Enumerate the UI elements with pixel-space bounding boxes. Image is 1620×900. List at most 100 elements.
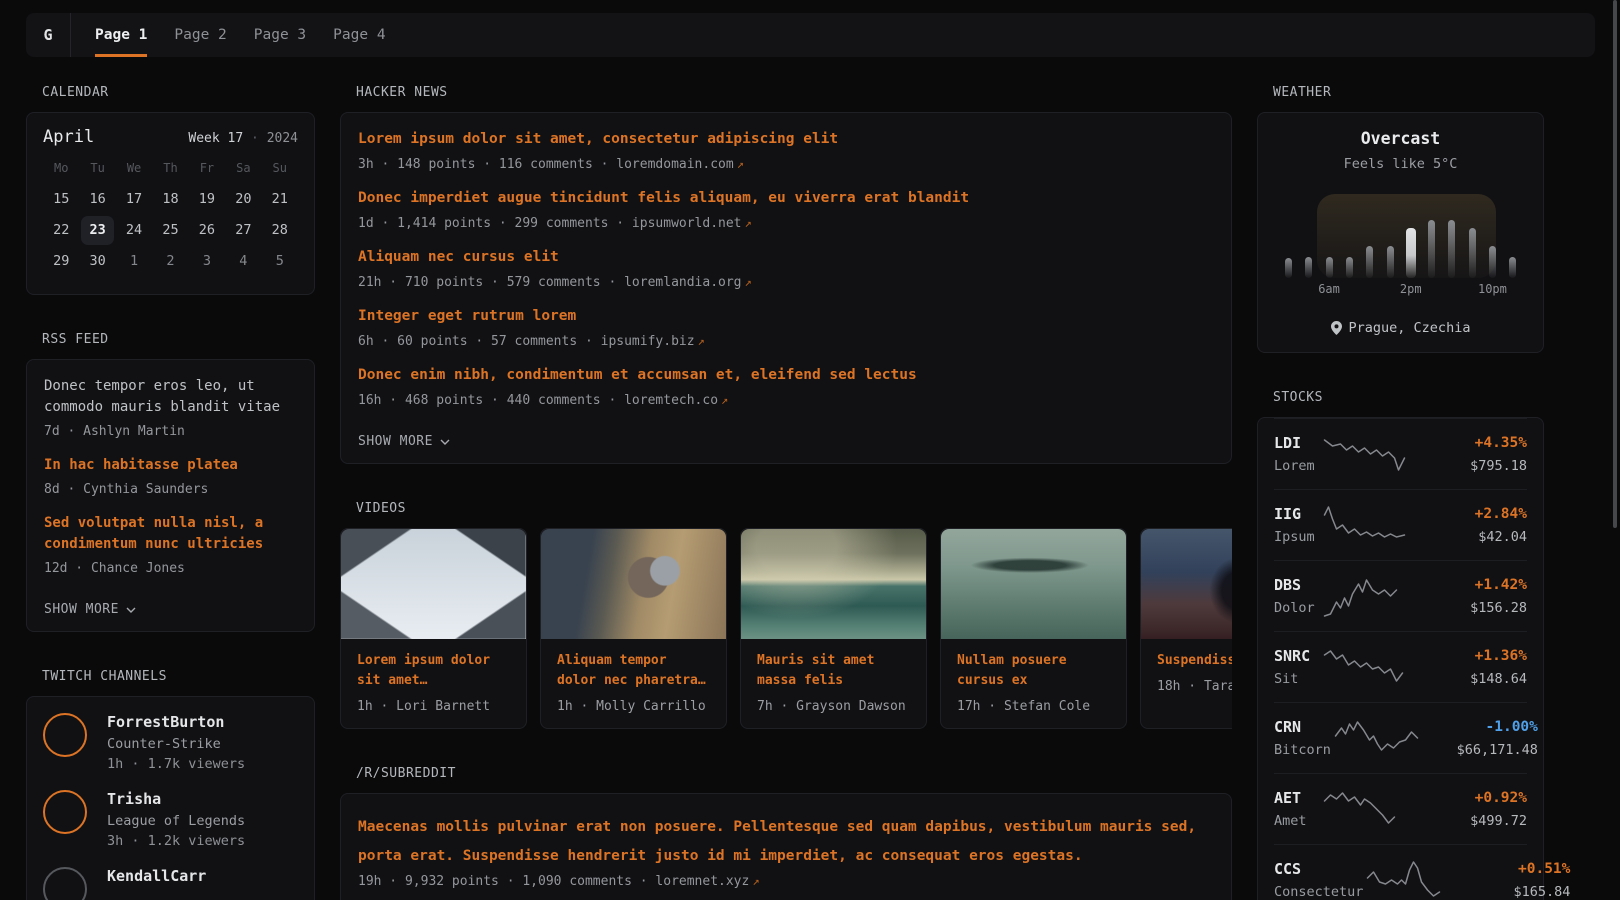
- stock-sparkline: [1320, 432, 1415, 476]
- avatar: [43, 790, 87, 834]
- stock-ticker: DBS: [1274, 576, 1320, 595]
- video-meta: 18h · Tara: [1157, 679, 1232, 694]
- video-title-link[interactable]: Aliquam tempor dolor nec pharetra…: [557, 651, 710, 691]
- stock-price: $165.84: [1458, 884, 1570, 900]
- temperature-bar-cell: 9°: [1421, 194, 1441, 278]
- video-title-link[interactable]: Lorem ipsum dolor sit amet consectetu…: [357, 651, 510, 691]
- stock-row[interactable]: DBS Dolor +1.42% $156.28: [1274, 560, 1527, 631]
- right-column: WEATHER Overcast Feels like 5°C 9°: [1257, 85, 1544, 900]
- video-title-link[interactable]: Mauris sit amet massa felis: [757, 651, 910, 691]
- hackernews-item-link[interactable]: Donec imperdiet augue tincidunt felis al…: [358, 188, 1214, 209]
- twitch-channel-info: ForrestBurton Counter-Strike 1h · 1.7k v…: [107, 713, 245, 772]
- temperature-bar: [1509, 257, 1516, 278]
- hackernews-item-link[interactable]: Aliquam nec cursus elit: [358, 247, 1214, 268]
- meta-text: 1d · 1,414 points · 299 comments · ipsum…: [358, 216, 742, 231]
- videos-widget: VIDEOS Lorem ipsum dolor sit amet consec…: [340, 501, 1232, 729]
- stock-name: Sit: [1274, 671, 1320, 687]
- hackernews-item-meta: 3h · 148 points · 116 comments · loremdo…: [358, 154, 1214, 175]
- calendar-day: 25: [154, 216, 187, 245]
- stock-values: +0.92% $499.72: [1415, 789, 1527, 829]
- stock-change: +2.84%: [1415, 505, 1527, 524]
- twitch-channel-row[interactable]: LIVE ForrestBurton Counter-Strike 1h · 1…: [43, 713, 298, 772]
- show-more-label: SHOW MORE: [358, 434, 433, 449]
- temperature-bar-cell: 9°: [1360, 194, 1380, 278]
- rss-item-meta: 7d · Ashlyn Martin: [44, 422, 297, 442]
- hackernews-section-title: HACKER NEWS: [356, 85, 1232, 100]
- stock-ticker: CRN: [1274, 718, 1331, 737]
- temperature-bar-cell: 9°: [1380, 194, 1400, 278]
- stock-row[interactable]: CRN Bitcorn -1.00% $66,171.48: [1274, 702, 1527, 773]
- stock-row[interactable]: AET Amet +0.92% $499.72: [1274, 773, 1527, 844]
- weather-section-title: WEATHER: [1273, 85, 1544, 100]
- twitch-avatar-wrap: [43, 867, 91, 900]
- time-label: 10pm: [1478, 282, 1507, 296]
- stock-row[interactable]: LDI Lorem +4.35% $795.18: [1274, 418, 1527, 489]
- video-card[interactable]: Suspendisse diam 18h · Tara: [1140, 528, 1232, 729]
- stock-change: +0.51%: [1458, 860, 1570, 879]
- twitch-channel-row[interactable]: LIVE Trisha League of Legends 3h · 1.2k …: [43, 790, 298, 849]
- page-tab[interactable]: Page 3: [254, 13, 306, 57]
- video-card[interactable]: Lorem ipsum dolor sit amet consectetu… 1…: [340, 528, 527, 729]
- video-meta: 7h · Grayson Dawson: [757, 699, 910, 714]
- rss-show-more-button[interactable]: SHOW MORE: [44, 602, 136, 617]
- calendar-day: 29: [45, 247, 78, 276]
- calendar-day: 20: [227, 185, 260, 214]
- dashboard-page: G Page 1 Page 2 Page 3 Page 4 CALENDAR A…: [0, 0, 1620, 900]
- location-pin-icon: [1331, 321, 1342, 335]
- external-link-icon: ↗: [737, 157, 744, 171]
- video-card[interactable]: Mauris sit amet massa felis 7h · Grayson…: [740, 528, 927, 729]
- hackernews-item-link[interactable]: Donec enim nibh, condimentum et accumsan…: [358, 365, 1214, 386]
- stock-sparkline: [1320, 787, 1415, 831]
- stocks-card: LDI Lorem +4.35% $795.18: [1257, 417, 1544, 900]
- page-tab[interactable]: Page 2: [174, 13, 226, 57]
- stock-ticker: SNRC: [1274, 647, 1320, 666]
- left-column: CALENDAR April Week 17 · 2024 MoTuWeThFr…: [26, 85, 315, 900]
- video-title-link[interactable]: Nullam posuere cursus ex: [957, 651, 1110, 691]
- calendar-day: 2: [154, 247, 187, 276]
- stock-row[interactable]: SNRC Sit +1.36% $148.64: [1274, 631, 1527, 702]
- calendar-day: 28: [263, 216, 296, 245]
- calendar-section-title: CALENDAR: [42, 85, 315, 100]
- weather-hourly-chart: 9° 9°: [1278, 194, 1523, 294]
- stock-price: $795.18: [1415, 458, 1527, 474]
- weather-location: Prague, Czechia: [1274, 320, 1527, 336]
- dot-separator: ·: [251, 131, 259, 146]
- video-title-link[interactable]: Suspendisse diam: [1157, 651, 1232, 671]
- calendar-day: 22: [45, 216, 78, 245]
- calendar-widget: CALENDAR April Week 17 · 2024 MoTuWeThFr…: [26, 85, 315, 295]
- stock-row[interactable]: CCS Consectetur +0.51% $165.84: [1274, 844, 1527, 900]
- rss-item-link[interactable]: In hac habitasse platea: [44, 455, 297, 476]
- twitch-channel-row[interactable]: KendallCarr: [43, 867, 298, 900]
- rss-item-link[interactable]: Sed volutpat nulla nisl, a condimentum n…: [44, 513, 297, 555]
- app-logo[interactable]: G: [26, 13, 71, 57]
- meta-text: 21h · 710 points · 579 comments · loreml…: [358, 275, 742, 290]
- time-label: 2pm: [1400, 282, 1422, 296]
- temperature-bar-cell: 9°: [1339, 194, 1359, 278]
- page-tab[interactable]: Page 1: [95, 13, 147, 57]
- video-card[interactable]: Aliquam tempor dolor nec pharetra… 1h · …: [540, 528, 727, 729]
- stock-price: $156.28: [1415, 600, 1527, 616]
- stock-values: +0.51% $165.84: [1458, 860, 1570, 900]
- external-link-icon: ↗: [752, 874, 759, 888]
- rss-item-link[interactable]: Donec tempor eros leo, ut commodo mauris…: [44, 376, 297, 418]
- hackernews-show-more-button[interactable]: SHOW MORE: [358, 434, 450, 449]
- hackernews-item-link[interactable]: Lorem ipsum dolor sit amet, consectetur …: [358, 129, 1214, 150]
- calendar-week-year: Week 17 · 2024: [188, 131, 298, 146]
- stock-ticker: LDI: [1274, 434, 1320, 453]
- meta-text: 19h · 9,932 points · 1,090 comments · lo…: [358, 874, 749, 889]
- video-info: Nullam posuere cursus ex 17h · Stefan Co…: [941, 639, 1126, 728]
- hackernews-item-link[interactable]: Integer eget rutrum lorem: [358, 306, 1214, 327]
- stock-row[interactable]: IIG Ipsum +2.84% $42.04: [1274, 489, 1527, 560]
- video-info: Aliquam tempor dolor nec pharetra… 1h · …: [541, 639, 726, 728]
- page-tab[interactable]: Page 4: [333, 13, 385, 57]
- calendar-day: 26: [190, 216, 223, 245]
- scrollbar-thumb[interactable]: [1613, 0, 1617, 528]
- subreddit-card: Maecenas mollis pulvinar erat non posuer…: [340, 793, 1232, 900]
- subreddit-post-link[interactable]: Maecenas mollis pulvinar erat non posuer…: [358, 813, 1214, 871]
- calendar-day: 5: [263, 247, 296, 276]
- video-card[interactable]: Nullam posuere cursus ex 17h · Stefan Co…: [940, 528, 1127, 729]
- weather-location-label: Prague, Czechia: [1349, 320, 1471, 336]
- video-thumbnail: [341, 529, 526, 639]
- external-link-icon: ↗: [745, 216, 752, 230]
- hackernews-item-meta: 1d · 1,414 points · 299 comments · ipsum…: [358, 213, 1214, 234]
